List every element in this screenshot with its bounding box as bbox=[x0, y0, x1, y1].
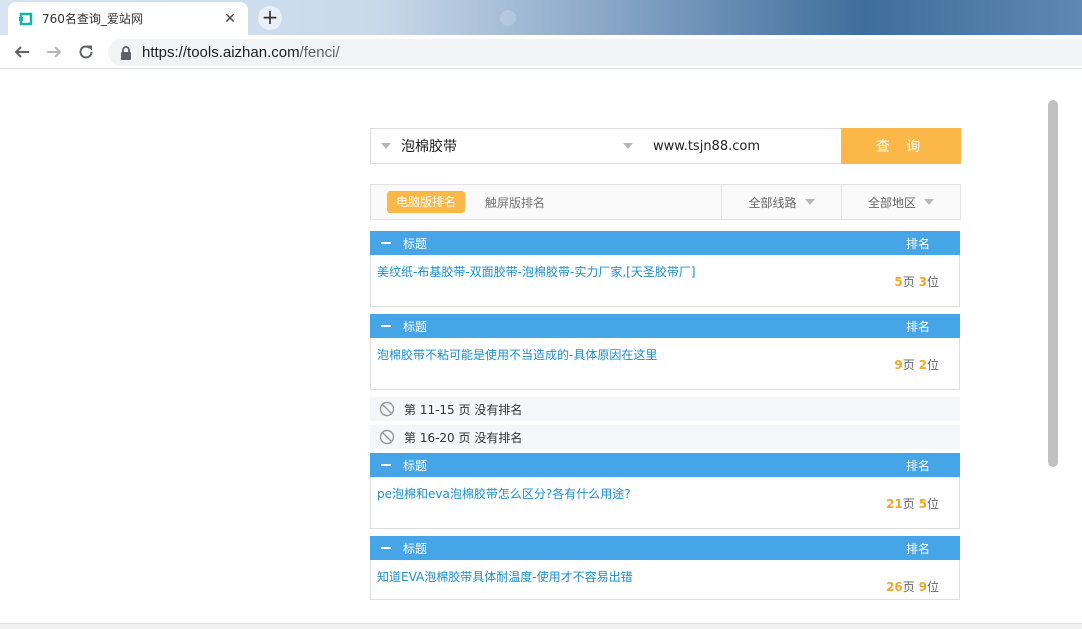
back-button[interactable] bbox=[10, 40, 34, 64]
forward-button[interactable] bbox=[42, 40, 66, 64]
tab-title: 760名查询_爱站网 bbox=[42, 12, 143, 26]
column-title: 标题 bbox=[403, 541, 428, 556]
no-rank-text: 第 16-20 页 没有排名 bbox=[404, 430, 523, 445]
new-tab-button[interactable]: + bbox=[258, 6, 282, 30]
address-bar[interactable]: https://tools.aizhan.com/fenci/ bbox=[108, 39, 1082, 66]
filter-bar: 电脑版排名 触屏版排名 全部线路 全部地区 bbox=[370, 184, 961, 220]
rank-page-unit: 页 bbox=[902, 275, 915, 289]
result-title-link[interactable]: 知道EVA泡棉胶带具体耐温度-使用才不容易出错 bbox=[377, 568, 633, 585]
result-row: 美纹纸-布基胶带-双面胶带-泡棉胶带-实力厂家,[天圣胶带厂] 5页 3位 bbox=[370, 255, 960, 307]
rank-page-unit: 页 bbox=[902, 358, 915, 372]
result-header: 标题 排名 bbox=[370, 314, 960, 338]
query-button[interactable]: 查 询 bbox=[841, 128, 961, 164]
rank-page: 26 bbox=[886, 580, 903, 594]
search-form: 泡棉胶带 www.tsjn88.com 查 询 bbox=[370, 128, 961, 164]
route-select-label: 全部线路 bbox=[748, 195, 797, 210]
browser-toolbar: https://tools.aizhan.com/fenci/ bbox=[0, 35, 1082, 69]
result-row: 泡棉胶带不粘可能是使用不当造成的-具体原因在这里 9页 2位 bbox=[370, 338, 960, 390]
address-url: https://tools.aizhan.com/fenci/ bbox=[142, 44, 340, 61]
collapse-icon[interactable] bbox=[381, 547, 391, 549]
keyword-dropdown[interactable] bbox=[623, 129, 641, 163]
forward-arrow-icon bbox=[47, 46, 62, 58]
result-header: 标题 排名 bbox=[370, 536, 960, 560]
url-path: /fenci/ bbox=[299, 44, 340, 61]
no-entry-icon bbox=[379, 401, 395, 417]
result-block: 标题 排名 知道EVA泡棉胶带具体耐温度-使用才不容易出错 26页 9位 bbox=[370, 536, 960, 600]
result-header: 标题 排名 bbox=[370, 453, 960, 477]
url-host: https://tools.aizhan.com bbox=[142, 44, 300, 61]
collapse-icon[interactable] bbox=[381, 464, 391, 466]
result-rank: 5页 3位 bbox=[894, 273, 939, 290]
result-block: 标题 排名 泡棉胶带不粘可能是使用不当造成的-具体原因在这里 9页 2位 bbox=[370, 314, 960, 390]
column-title: 标题 bbox=[403, 319, 428, 334]
rank-position-unit: 位 bbox=[926, 275, 939, 289]
no-rank-row: 第 16-20 页 没有排名 bbox=[370, 425, 960, 449]
result-block: 标题 排名 pe泡棉和eva泡棉胶带怎么区分?各有什么用途? 21页 5位 bbox=[370, 453, 960, 529]
result-title-link[interactable]: 美纹纸-布基胶带-双面胶带-泡棉胶带-实力厂家,[天圣胶带厂] bbox=[377, 263, 696, 280]
rank-page-unit: 页 bbox=[902, 580, 915, 594]
aizhan-favicon-icon bbox=[18, 11, 34, 27]
chevron-down-icon bbox=[804, 199, 815, 205]
result-rank: 9页 2位 bbox=[894, 356, 939, 373]
site-input[interactable]: www.tsjn88.com bbox=[641, 129, 841, 163]
dropdown-arrow-icon bbox=[381, 143, 391, 149]
column-rank: 排名 bbox=[905, 541, 930, 556]
no-entry-icon bbox=[379, 429, 395, 445]
route-select[interactable]: 全部线路 bbox=[721, 185, 841, 219]
column-title: 标题 bbox=[403, 458, 428, 473]
page-content: 泡棉胶带 www.tsjn88.com 查 询 电脑版排名 触屏版排名 全部线路… bbox=[0, 70, 1082, 629]
page-scrollbar[interactable] bbox=[1048, 100, 1058, 467]
tab-mobile-rank[interactable]: 触屏版排名 bbox=[485, 194, 545, 211]
result-row: 知道EVA泡棉胶带具体耐温度-使用才不容易出错 26页 9位 bbox=[370, 560, 960, 600]
rank-position: 2 bbox=[918, 358, 927, 372]
tab-pc-rank[interactable]: 电脑版排名 bbox=[387, 191, 466, 213]
column-rank: 排名 bbox=[905, 458, 930, 473]
column-rank: 排名 bbox=[905, 236, 930, 251]
search-type-dropdown[interactable] bbox=[371, 129, 401, 163]
rank-position: 3 bbox=[918, 275, 927, 289]
rank-page-unit: 页 bbox=[902, 497, 915, 511]
rank-position-unit: 位 bbox=[926, 580, 939, 594]
region-select[interactable]: 全部地区 bbox=[841, 185, 960, 219]
status-strip bbox=[0, 623, 1082, 629]
column-title: 标题 bbox=[403, 236, 428, 251]
rank-position: 5 bbox=[918, 497, 927, 511]
result-block: 标题 排名 美纹纸-布基胶带-双面胶带-泡棉胶带-实力厂家,[天圣胶带厂] 5页… bbox=[370, 231, 960, 307]
rank-position: 9 bbox=[918, 580, 927, 594]
background-tab[interactable] bbox=[286, 8, 526, 28]
no-rank-row: 第 11-15 页 没有排名 bbox=[370, 397, 960, 421]
result-title-link[interactable]: pe泡棉和eva泡棉胶带怎么区分?各有什么用途? bbox=[377, 485, 631, 502]
keyword-input[interactable]: 泡棉胶带 bbox=[401, 129, 623, 163]
browser-tab-bar: 760名查询_爱站网 ✕ + bbox=[0, 0, 1082, 35]
result-rank: 26页 9位 bbox=[886, 578, 939, 595]
background-tab-close-icon[interactable] bbox=[500, 10, 516, 26]
result-title-link[interactable]: 泡棉胶带不粘可能是使用不当造成的-具体原因在这里 bbox=[377, 346, 657, 363]
reload-button[interactable] bbox=[74, 40, 98, 64]
browser-tab-active[interactable]: 760名查询_爱站网 ✕ bbox=[8, 2, 248, 35]
collapse-icon[interactable] bbox=[381, 325, 391, 327]
reload-icon bbox=[79, 45, 93, 59]
result-row: pe泡棉和eva泡棉胶带怎么区分?各有什么用途? 21页 5位 bbox=[370, 477, 960, 529]
rank-position-unit: 位 bbox=[926, 358, 939, 372]
dropdown-arrow-icon bbox=[623, 143, 633, 149]
rank-page: 21 bbox=[886, 497, 903, 511]
region-select-label: 全部地区 bbox=[867, 195, 916, 210]
lock-icon bbox=[121, 45, 131, 60]
chevron-down-icon bbox=[924, 199, 934, 205]
rank-page: 5 bbox=[894, 275, 903, 289]
back-arrow-icon bbox=[14, 46, 29, 58]
no-rank-text: 第 11-15 页 没有排名 bbox=[404, 402, 523, 417]
rank-position-unit: 位 bbox=[926, 497, 939, 511]
tab-close-icon[interactable]: ✕ bbox=[222, 11, 238, 27]
column-rank: 排名 bbox=[905, 319, 930, 334]
collapse-icon[interactable] bbox=[381, 242, 391, 244]
result-rank: 21页 5位 bbox=[886, 495, 939, 512]
result-header: 标题 排名 bbox=[370, 231, 960, 255]
rank-page: 9 bbox=[894, 358, 903, 372]
